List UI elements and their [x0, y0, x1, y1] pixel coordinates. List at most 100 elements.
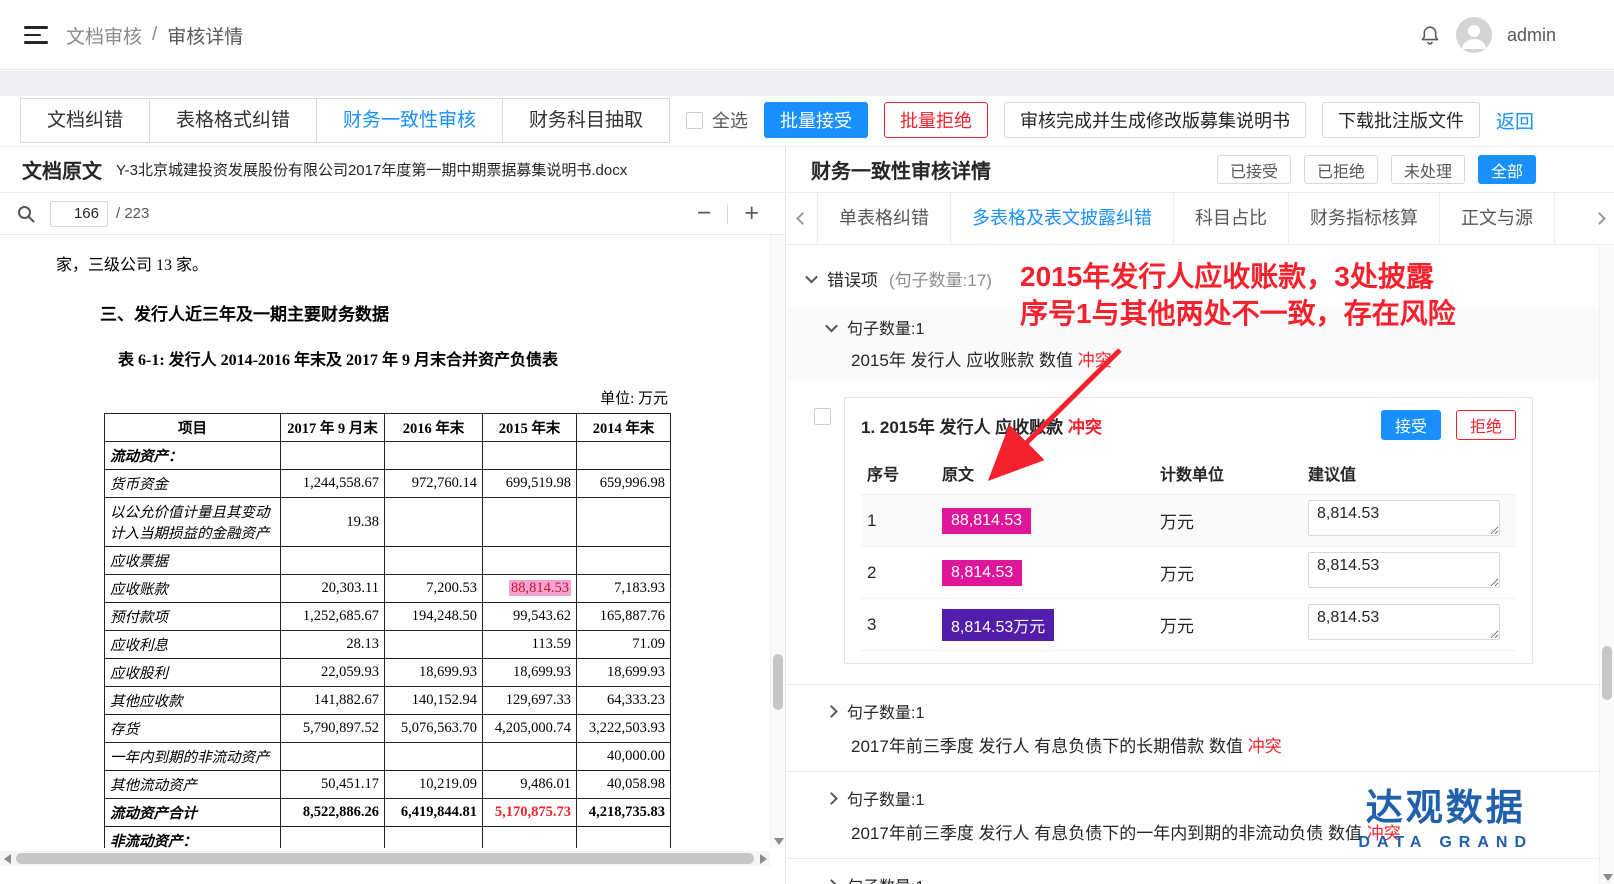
doc-cell: [281, 547, 385, 575]
page-total: / 223: [116, 205, 149, 222]
review-tabs-bar: 单表格纠错多表格及表文披露纠错科目占比财务指标核算正文与源: [787, 193, 1614, 245]
doc-cell: 20,303.11: [281, 575, 385, 603]
filter-button-2[interactable]: 未处理: [1391, 155, 1465, 184]
review-panel-header: 财务一致性审核详情 已接受已拒绝未处理全部: [787, 147, 1614, 193]
unit-cell: 万元: [1154, 495, 1302, 547]
reject-button[interactable]: 拒绝: [1456, 410, 1516, 440]
main-content: 文档纠错表格格式纠错财务一致性审核财务科目抽取 全选 批量接受 批量拒绝 审核完…: [0, 96, 1614, 884]
doc-cell: [385, 743, 483, 771]
table-row: 应收股利22,059.9318,699.9318,699.9318,699.93: [105, 659, 671, 687]
scroll-down-arrow-icon[interactable]: [1603, 874, 1613, 881]
doc-cell: 5,076,563.70: [385, 715, 483, 743]
doc-row-label: 其他流动资产: [105, 771, 281, 799]
doc-horizontal-scrollbar[interactable]: [0, 851, 770, 866]
batch-reject-button[interactable]: 批量拒绝: [884, 102, 988, 138]
accept-button[interactable]: 接受: [1381, 410, 1441, 440]
table-row: 应收账款20,303.117,200.5388,814.537,183.93: [105, 575, 671, 603]
review-tab-2[interactable]: 科目占比: [1173, 193, 1288, 245]
review-tab-4[interactable]: 正文与源: [1439, 193, 1555, 245]
select-all[interactable]: 全选: [686, 107, 748, 133]
back-link[interactable]: 返回: [1496, 107, 1534, 134]
batch-accept-button[interactable]: 批量接受: [764, 102, 868, 138]
doc-cell: 40,000.00: [577, 743, 671, 771]
doc-cell: 699,519.98: [483, 470, 577, 498]
scroll-down-arrow-icon[interactable]: [774, 838, 784, 845]
menu-toggle-icon[interactable]: [24, 26, 50, 44]
doc-row-label: 应收利息: [105, 631, 281, 659]
doc-table-col-header-1: 2017 年 9 月末: [281, 414, 385, 442]
doc-vscroll-thumb[interactable]: [773, 654, 783, 710]
page-input[interactable]: [50, 201, 108, 227]
zoom-out-button[interactable]: −: [693, 201, 716, 226]
doc-cell: 972,760.14: [385, 470, 483, 498]
review-tab-3[interactable]: 财务指标核算: [1288, 193, 1439, 245]
review-vertical-scrollbar[interactable]: [1599, 246, 1614, 884]
doc-toolbar: / 223 − +: [0, 193, 785, 235]
annotation-line-2: 序号1与其他两处不一致，存在风险: [1020, 295, 1456, 332]
finish-generate-button[interactable]: 审核完成并生成修改版募集说明书: [1004, 102, 1306, 138]
scroll-right-arrow-icon[interactable]: [756, 854, 770, 864]
collapsed-group-0[interactable]: 句子数量:12017年前三季度 发行人 有息负债下的长期借款 数值 冲突: [787, 684, 1599, 771]
search-icon[interactable]: [16, 204, 36, 224]
tabs-scroll-left-icon[interactable]: [787, 214, 817, 223]
doc-row-label: 以公允价值计量且其变动计入当期损益的金融资产: [105, 498, 281, 547]
download-annotated-button[interactable]: 下载批注版文件: [1322, 102, 1480, 138]
review-body: 错误项 (句子数量:17) 句子数量:1 2015年 发行人 应收账款 数值 冲…: [787, 246, 1599, 884]
doc-cell: [281, 827, 385, 849]
doc-panel-header: 文档原文 Y-3北京城建投资发展股份有限公司2017年度第一期中期票据募集说明书…: [0, 147, 785, 193]
toolbar-tab-0[interactable]: 文档纠错: [20, 98, 150, 143]
doc-cell: 6,419,844.81: [385, 799, 483, 827]
username: admin: [1507, 25, 1556, 46]
doc-cell: [385, 498, 483, 547]
review-vscroll-thumb[interactable]: [1602, 646, 1612, 700]
bell-icon[interactable]: [1419, 23, 1441, 47]
annotation-note: 2015年发行人应收账款，3处披露 序号1与其他两处不一致，存在风险: [1020, 258, 1456, 332]
toolbar-tab-2[interactable]: 财务一致性审核: [316, 98, 503, 143]
doc-cell: 5,170,875.73: [483, 799, 577, 827]
review-tab-1[interactable]: 多表格及表文披露纠错: [950, 193, 1173, 245]
conflict-checkbox[interactable]: [814, 408, 831, 425]
chevron-down-icon: [825, 319, 838, 332]
review-tab-0[interactable]: 单表格纠错: [817, 193, 950, 245]
select-all-checkbox[interactable]: [686, 112, 703, 129]
suggestion-input[interactable]: [1308, 604, 1500, 640]
suggestion-input[interactable]: [1308, 552, 1500, 588]
collapsed-group-header[interactable]: 句子数量:1: [787, 699, 1599, 723]
doc-cell: 7,183.93: [577, 575, 671, 603]
filter-button-1[interactable]: 已拒绝: [1304, 155, 1378, 184]
doc-cell: 194,248.50: [385, 603, 483, 631]
doc-cell: [483, 743, 577, 771]
filter-button-3[interactable]: 全部: [1478, 155, 1536, 184]
toolbar-tab-1[interactable]: 表格格式纠错: [149, 98, 317, 143]
doc-cell: 28.13: [281, 631, 385, 659]
suggestion-col-header-2: 计数单位: [1154, 452, 1302, 495]
doc-cell: 22,059.93: [281, 659, 385, 687]
doc-table-col-header-4: 2014 年末: [577, 414, 671, 442]
zoom-in-button[interactable]: +: [740, 201, 763, 226]
avatar[interactable]: [1456, 17, 1492, 53]
suggestion-input[interactable]: [1308, 500, 1500, 536]
doc-cell: 8,522,886.26: [281, 799, 385, 827]
review-panel-title: 财务一致性审核详情: [811, 155, 991, 184]
group-count: 句子数量:1: [847, 315, 924, 339]
doc-hscroll-thumb[interactable]: [16, 853, 754, 864]
suggestion-header-row: 序号原文计数单位建议值: [861, 452, 1516, 495]
suggestion-row: 28,814.53万元: [861, 547, 1516, 599]
group-count: 句子数量:1: [847, 786, 924, 810]
tabs-scroll-right-icon[interactable]: [1584, 214, 1614, 223]
suggestion-col-header-3: 建议值: [1302, 452, 1516, 495]
original-cell: 8,814.53万元: [936, 599, 1154, 651]
scroll-left-arrow-icon[interactable]: [0, 854, 14, 864]
table-row: 其他应收款141,882.67140,152.94129,697.3364,33…: [105, 687, 671, 715]
breadcrumb-parent[interactable]: 文档审核: [66, 22, 142, 49]
doc-cell: [577, 827, 671, 849]
chevron-right-icon: [825, 705, 838, 718]
doc-cell: [385, 827, 483, 849]
filter-button-0[interactable]: 已接受: [1217, 155, 1291, 184]
doc-cell: 7,200.53: [385, 575, 483, 603]
original-value-chip: 8,814.53万元: [942, 609, 1054, 641]
doc-vertical-scrollbar[interactable]: [770, 236, 785, 848]
toolbar-tab-3[interactable]: 财务科目抽取: [502, 98, 670, 143]
collapsed-group-header[interactable]: 句子数量:1: [787, 873, 1599, 884]
collapsed-group-2[interactable]: 句子数量:12017年前三季度 发行人 负债合计 数值 冲突: [787, 858, 1599, 884]
